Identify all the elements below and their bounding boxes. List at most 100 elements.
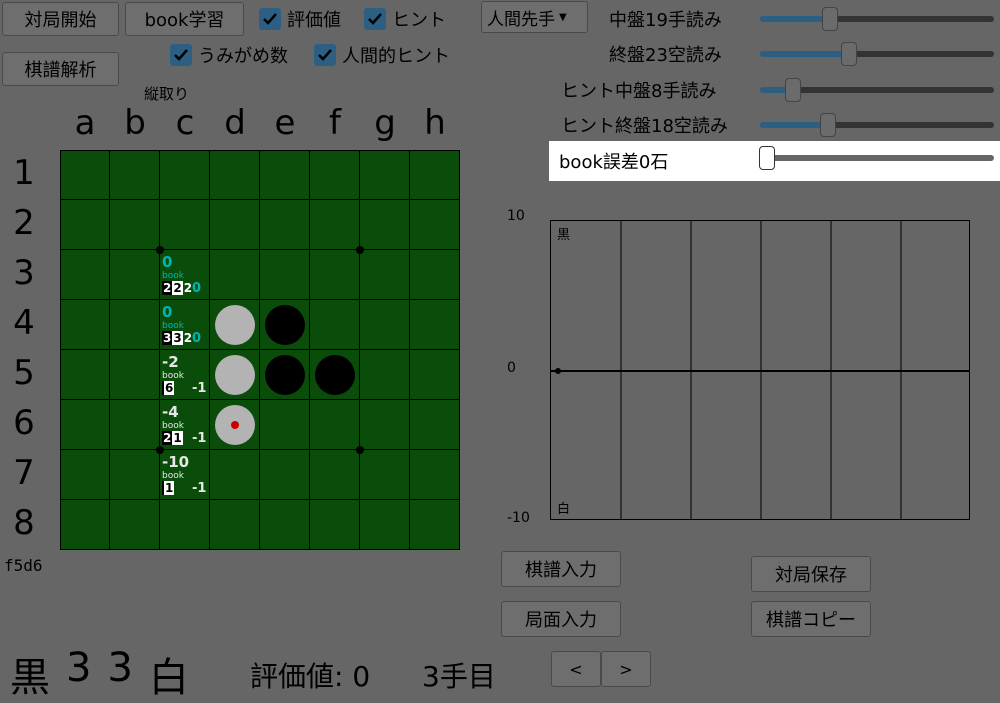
othello-board[interactable]: 0 book 2 2 2 0 0 book 3 3 2 0 -2 book 6 -1 -4 book 2 1 -1 -10… bbox=[60, 150, 460, 550]
board-cell[interactable] bbox=[160, 500, 210, 550]
board-cell[interactable] bbox=[260, 450, 310, 500]
board-cell[interactable] bbox=[160, 200, 210, 250]
save-game-button[interactable]: 対局保存 bbox=[751, 556, 871, 592]
start-game-button[interactable]: 対局開始 bbox=[2, 2, 119, 36]
board-cell[interactable] bbox=[110, 250, 160, 300]
copy-record-button[interactable]: 棋譜コピー bbox=[751, 601, 871, 637]
board-cell[interactable] bbox=[210, 200, 260, 250]
board-cell[interactable] bbox=[260, 250, 310, 300]
hint-cell[interactable]: -4 book 2 1 -1 bbox=[160, 400, 210, 450]
hint-cell[interactable]: -2 book 6 -1 bbox=[160, 350, 210, 400]
board-cell[interactable] bbox=[210, 500, 260, 550]
board-cell[interactable] bbox=[310, 200, 360, 250]
board-cell[interactable] bbox=[410, 500, 460, 550]
board-cell[interactable] bbox=[360, 150, 410, 200]
eval-checkbox[interactable]: 評価値 bbox=[259, 6, 341, 32]
umigame-checkbox[interactable]: うみがめ数 bbox=[170, 42, 288, 68]
board-cell[interactable] bbox=[60, 150, 110, 200]
board-cell[interactable] bbox=[60, 450, 110, 500]
board-cell[interactable] bbox=[410, 400, 460, 450]
hint-umigame-1: 3 bbox=[162, 331, 173, 345]
player-order-select[interactable]: 人間先手 ▼ bbox=[481, 1, 588, 33]
board-cell[interactable] bbox=[310, 300, 360, 350]
hint-mid-depth-label: ヒント中盤8手読み bbox=[561, 81, 717, 102]
star-point bbox=[356, 246, 364, 254]
board-cell[interactable] bbox=[360, 250, 410, 300]
board-cell[interactable] bbox=[410, 150, 460, 200]
board-cell[interactable] bbox=[360, 350, 410, 400]
disc-count: 黒 3 3 白 bbox=[10, 645, 189, 703]
black-disc bbox=[315, 355, 355, 395]
eval-checkbox-label: 評価値 bbox=[287, 10, 341, 31]
board-cell[interactable] bbox=[60, 350, 110, 400]
slider-thumb[interactable] bbox=[840, 42, 857, 66]
slider-thumb[interactable] bbox=[822, 7, 839, 31]
board-cell[interactable] bbox=[110, 300, 160, 350]
hint-mid-depth-slider[interactable] bbox=[760, 77, 994, 103]
end-depth-slider[interactable] bbox=[760, 41, 994, 67]
hint-end-depth-slider[interactable] bbox=[760, 112, 994, 138]
hint-book-label: book bbox=[162, 421, 184, 431]
board-cell[interactable] bbox=[410, 350, 460, 400]
mid-depth-slider[interactable] bbox=[760, 6, 994, 32]
board-cell[interactable] bbox=[260, 400, 310, 450]
board-cell[interactable] bbox=[260, 500, 310, 550]
row-label-7: 7 bbox=[13, 453, 35, 493]
board-cell[interactable] bbox=[110, 400, 160, 450]
human-hint-checkbox[interactable]: 人間的ヒント bbox=[314, 42, 450, 68]
eval-graph[interactable]: 黒 白 bbox=[550, 220, 970, 520]
hint-umigame-3 bbox=[183, 431, 185, 445]
record-analysis-button[interactable]: 棋譜解析 bbox=[2, 52, 119, 86]
board-cell[interactable] bbox=[310, 250, 360, 300]
board-cell[interactable] bbox=[60, 500, 110, 550]
hint-value: -2 bbox=[162, 353, 179, 371]
board-cell[interactable] bbox=[110, 150, 160, 200]
board-cell[interactable] bbox=[60, 400, 110, 450]
board-cell[interactable] bbox=[310, 150, 360, 200]
board-cell[interactable] bbox=[260, 150, 310, 200]
board-cell[interactable] bbox=[110, 450, 160, 500]
board-cell[interactable] bbox=[110, 200, 160, 250]
slider-thumb[interactable] bbox=[819, 113, 836, 137]
chevron-down-icon: ▼ bbox=[559, 11, 567, 23]
board-cell[interactable] bbox=[310, 400, 360, 450]
book-error-slider[interactable] bbox=[759, 145, 994, 171]
board-cell[interactable] bbox=[360, 300, 410, 350]
record-input-button[interactable]: 棋譜入力 bbox=[501, 551, 621, 587]
board-cell[interactable] bbox=[60, 250, 110, 300]
board-cell[interactable] bbox=[210, 150, 260, 200]
board-cell[interactable] bbox=[410, 250, 460, 300]
hint-checkbox[interactable]: ヒント bbox=[364, 6, 446, 32]
hint-cell[interactable]: 0 book 3 3 2 0 bbox=[160, 300, 210, 350]
prev-move-button[interactable]: < bbox=[551, 651, 601, 687]
board-cell[interactable] bbox=[360, 200, 410, 250]
board-cell[interactable] bbox=[360, 500, 410, 550]
hint-umigame-1: 2 bbox=[162, 281, 173, 295]
board-cell[interactable] bbox=[410, 450, 460, 500]
board-cell[interactable] bbox=[210, 450, 260, 500]
check-icon bbox=[259, 8, 281, 30]
position-input-button[interactable]: 局面入力 bbox=[501, 601, 621, 637]
board-cell[interactable] bbox=[310, 450, 360, 500]
hint-checkbox-label: ヒント bbox=[392, 10, 446, 31]
hint-value: 0 bbox=[162, 253, 173, 271]
board-cell[interactable] bbox=[410, 200, 460, 250]
slider-thumb[interactable] bbox=[759, 146, 775, 170]
board-cell[interactable] bbox=[360, 450, 410, 500]
board-cell[interactable] bbox=[410, 300, 460, 350]
slider-thumb[interactable] bbox=[784, 78, 801, 102]
hint-umigame-1: 2 bbox=[162, 431, 173, 445]
hint-cell[interactable]: -10 book 1 -1 bbox=[160, 450, 210, 500]
hint-cell[interactable]: 0 book 2 2 2 0 bbox=[160, 250, 210, 300]
board-cell[interactable] bbox=[310, 500, 360, 550]
board-cell[interactable] bbox=[210, 250, 260, 300]
next-move-button[interactable]: > bbox=[601, 651, 651, 687]
board-cell[interactable] bbox=[360, 400, 410, 450]
board-cell[interactable] bbox=[260, 200, 310, 250]
board-cell[interactable] bbox=[110, 350, 160, 400]
board-cell[interactable] bbox=[110, 500, 160, 550]
board-cell[interactable] bbox=[160, 150, 210, 200]
board-cell[interactable] bbox=[60, 200, 110, 250]
book-learn-button[interactable]: book学習 bbox=[125, 2, 244, 36]
board-cell[interactable] bbox=[60, 300, 110, 350]
